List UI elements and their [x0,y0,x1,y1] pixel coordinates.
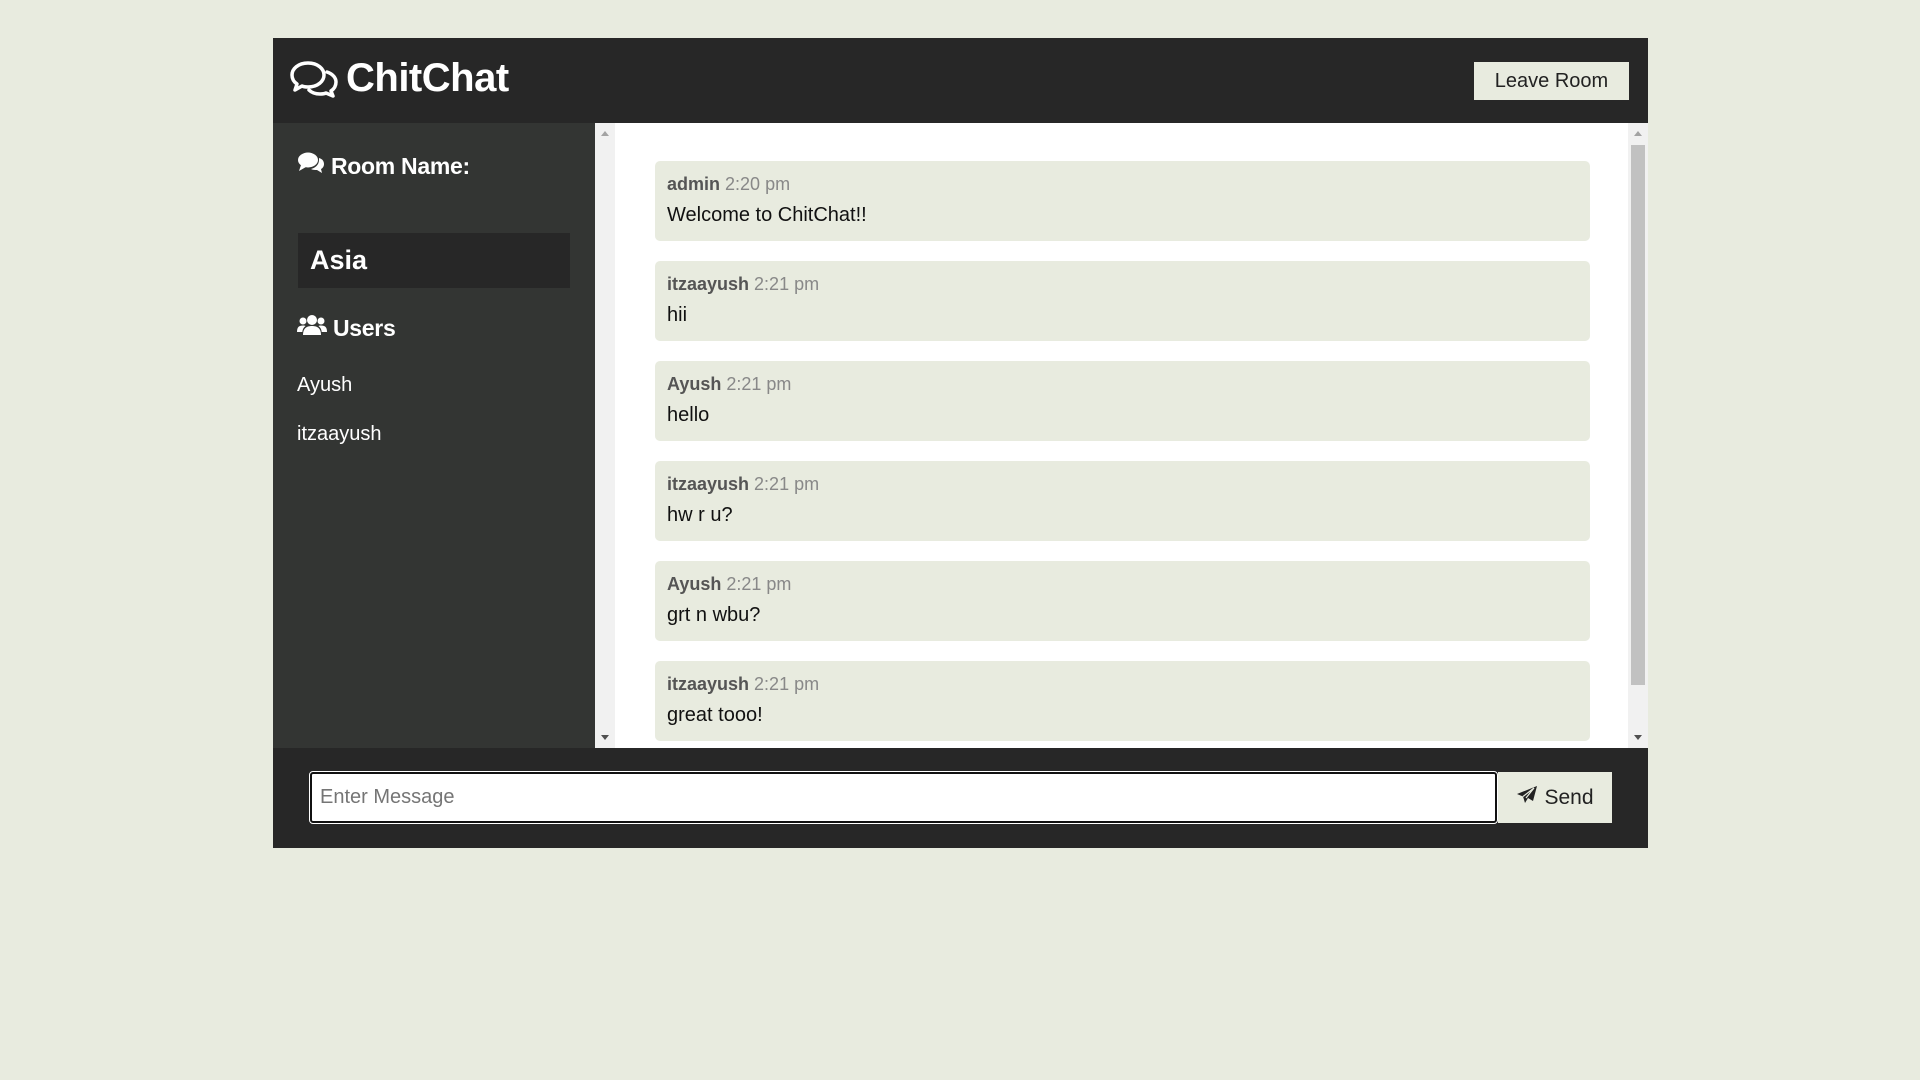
right-scrollbar[interactable] [1628,123,1648,748]
message-time: 2:21 pm [754,474,820,494]
scroll-up-arrow-icon[interactable] [601,131,609,136]
message-time: 2:21 pm [754,274,820,294]
scroll-up-arrow-icon[interactable] [1634,131,1642,136]
message-meta: Ayush 2:21 pm [667,573,1578,595]
message-text: hw r u? [667,504,733,526]
message: admin 2:20 pm Welcome to ChitChat!! [655,161,1590,241]
message-user: Ayush [667,374,722,394]
message-user: itzaayush [667,674,750,694]
paper-plane-icon [1516,785,1538,811]
send-button[interactable]: Send [1498,772,1612,823]
message: Ayush 2:21 pm hello [655,361,1590,441]
left-scrollbar[interactable] [595,123,615,748]
message-text: grt n wbu? [667,604,761,626]
room-name: Asia [298,233,570,288]
message-list: admin 2:20 pm Welcome to ChitChat!! itza… [655,161,1590,761]
message-user: admin [667,174,721,194]
message-time: 2:20 pm [725,174,791,194]
message: itzaayush 2:21 pm hii [655,261,1590,341]
user-item: itzaayush [297,423,382,445]
chat-messages-panel[interactable]: admin 2:20 pm Welcome to ChitChat!! itza… [595,123,1648,748]
message-meta: itzaayush 2:21 pm [667,673,1578,695]
message-meta: itzaayush 2:21 pm [667,473,1578,495]
app-title: ChitChat [346,56,509,100]
message: itzaayush 2:21 pm great tooo! [655,661,1590,741]
users-heading-label: Users [333,314,396,341]
message-input[interactable] [309,771,1498,824]
message-meta: itzaayush 2:21 pm [667,273,1578,295]
message-time: 2:21 pm [726,374,792,394]
users-heading: Users [297,313,396,343]
scroll-down-arrow-icon[interactable] [1634,735,1642,740]
room-name-heading-label: Room Name: [331,152,470,179]
brand: ChitChat [290,56,509,101]
message-text: Welcome to ChitChat!! [667,204,867,226]
scrollbar-thumb[interactable] [1631,145,1645,685]
comments-icon [290,59,338,99]
message-meta: admin 2:20 pm [667,173,1578,195]
message-user: itzaayush [667,274,750,294]
message-meta: Ayush 2:21 pm [667,373,1578,395]
comments-icon [297,151,325,181]
app-header: ChitChat Leave Room [273,38,1648,123]
message-text: great tooo! [667,704,763,726]
message-text: hello [667,404,710,426]
message-time: 2:21 pm [754,674,820,694]
send-button-label: Send [1544,785,1594,809]
message-time: 2:21 pm [726,574,792,594]
users-list: Ayush itzaayush [297,373,382,471]
user-item: Ayush [297,374,353,396]
chat-app: ChitChat Leave Room Room Name: Asia User… [273,38,1648,848]
message-user: itzaayush [667,474,750,494]
leave-room-button[interactable]: Leave Room [1474,62,1629,100]
message: itzaayush 2:21 pm hw r u? [655,461,1590,541]
users-icon [297,313,327,343]
scroll-down-arrow-icon[interactable] [601,735,609,740]
message-user: Ayush [667,574,722,594]
message-text: hii [667,304,688,326]
message: Ayush 2:21 pm grt n wbu? [655,561,1590,641]
message-composer: Send [273,748,1648,848]
sidebar: Room Name: Asia Users Ayush itzaayush [273,123,595,748]
room-name-heading: Room Name: [297,151,470,181]
